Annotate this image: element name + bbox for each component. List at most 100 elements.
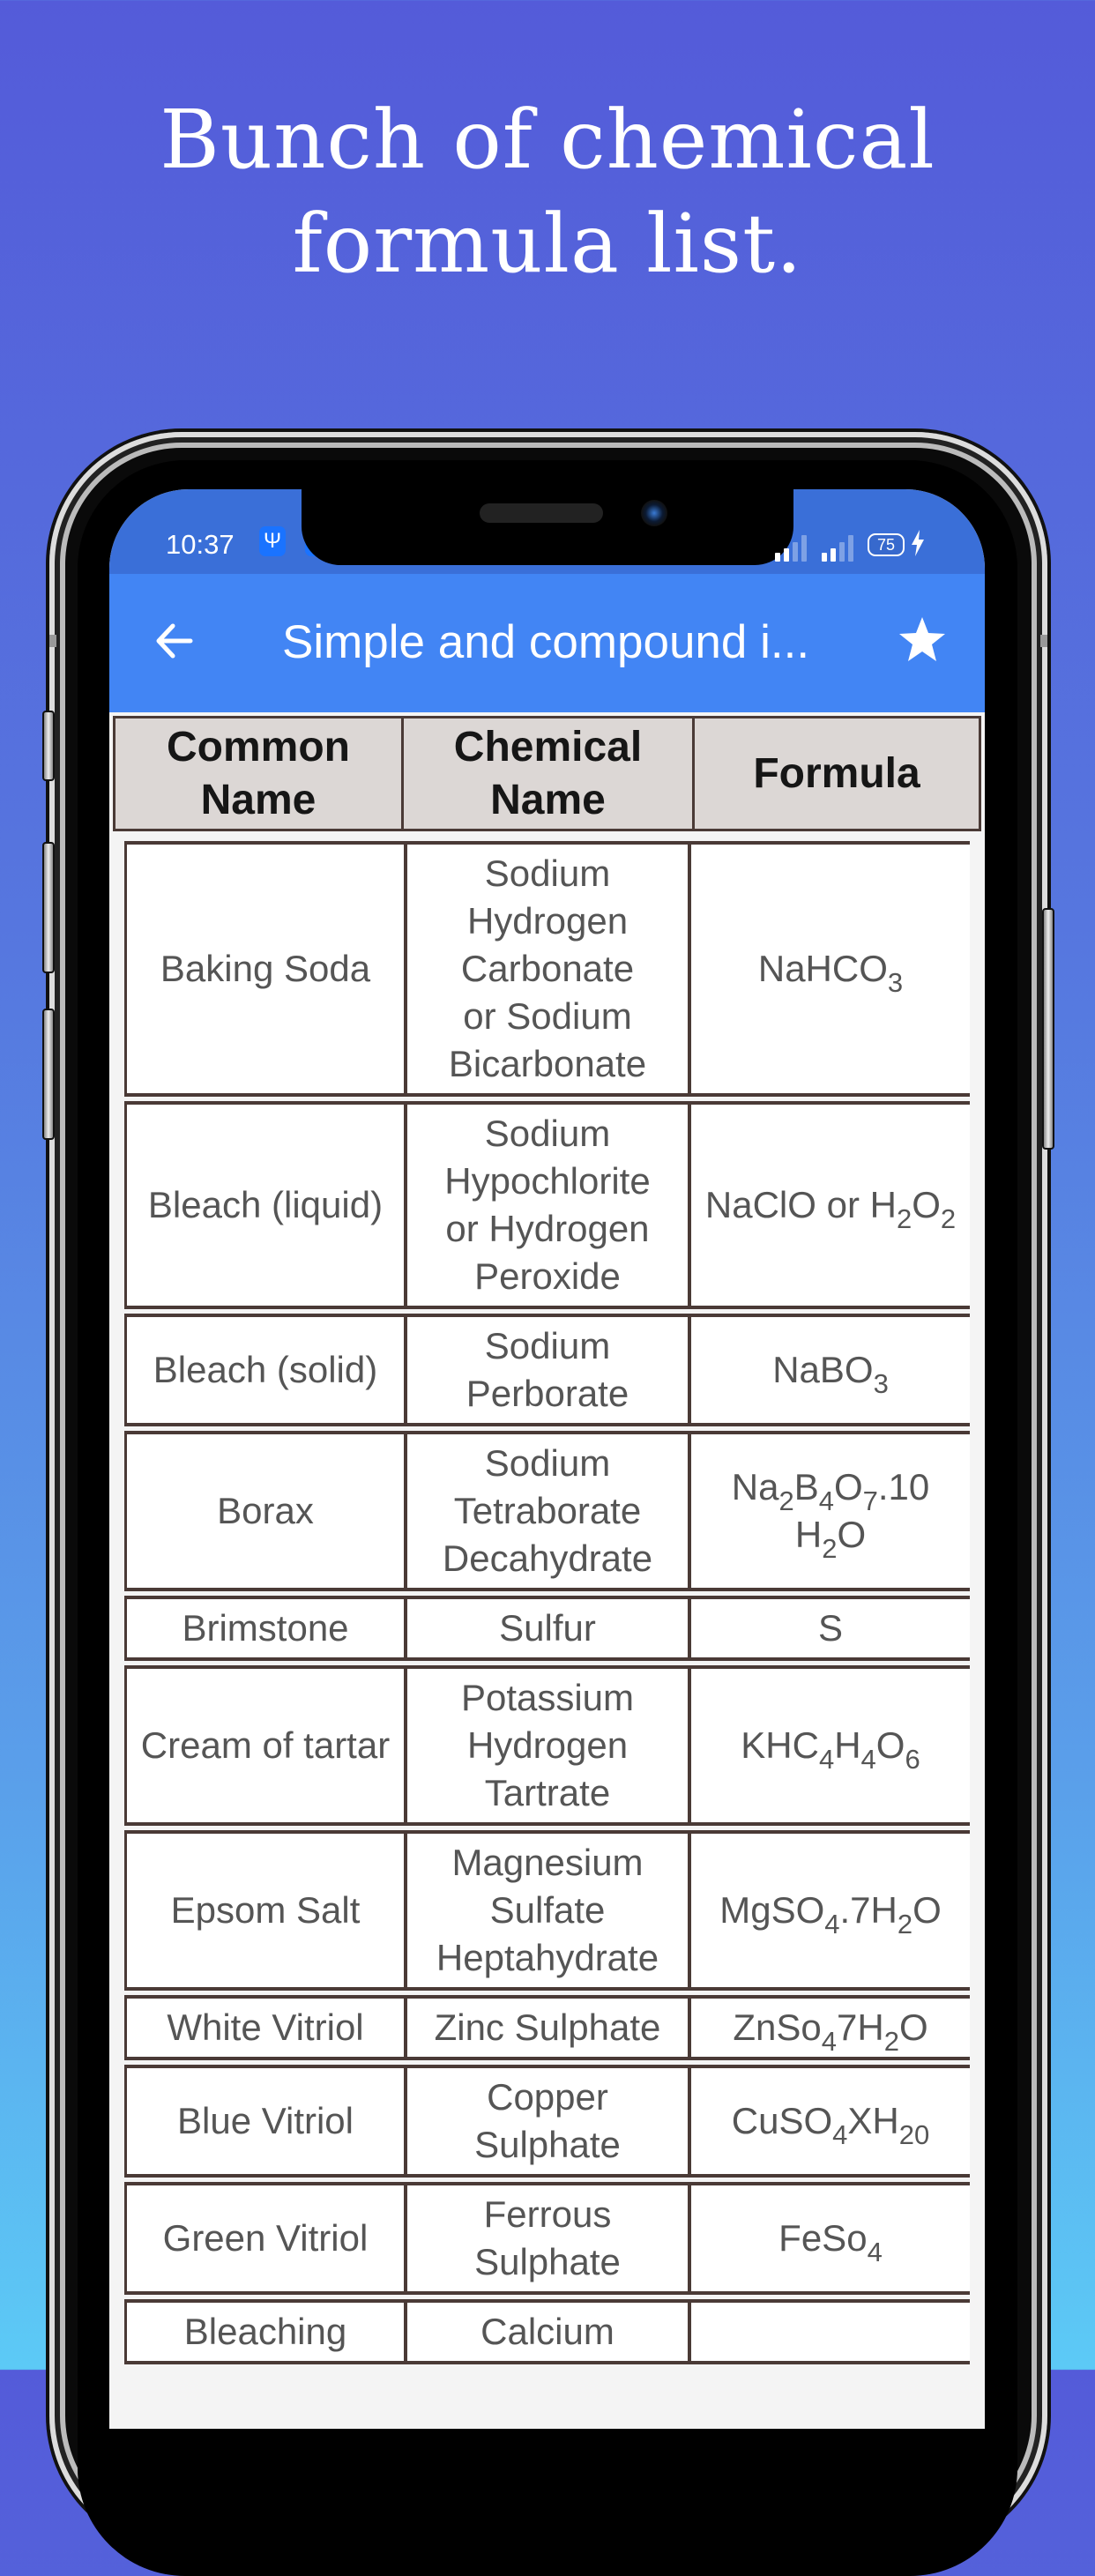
table-row: Green Vitriol Ferrous Sulphate FeSo4 <box>124 2182 970 2295</box>
formula-segment: XH <box>847 2100 899 2141</box>
formula-cell: FeSo4 <box>691 2185 970 2291</box>
promo-headline-line-2: formula list. <box>292 197 803 291</box>
table-row: Cream of tartar Potassium Hydrogen Tartra… <box>124 1665 970 1826</box>
front-camera <box>641 500 667 526</box>
formula-cell: CuSO4XH20 <box>691 2068 970 2174</box>
formula-cell: ZnSo47H2O <box>691 1999 970 2057</box>
favorite-star-icon[interactable] <box>896 614 949 666</box>
phone-antenna-band <box>49 635 56 647</box>
phone-mute-switch <box>42 711 55 781</box>
table-row: Bleach (solid) Sodium Perborate NaBO3 <box>124 1314 970 1426</box>
charging-bolt-icon <box>912 530 924 556</box>
formula-segment: O <box>912 1889 942 1931</box>
table-row: Blue Vitriol Copper Sulphate CuSO4XH20 <box>124 2065 970 2178</box>
formula-cell: MgSO4.7H2O <box>691 1834 970 1987</box>
formula-subscript: 2 <box>896 1203 912 1234</box>
formula-subscript: 4 <box>818 1485 834 1516</box>
formula-text: ZnSo47H2O <box>733 2004 928 2055</box>
common-name-cell: Bleach (solid) <box>127 1317 407 1423</box>
phone-screen: 10:37 Ψ 75 Simple and compound i... Comm… <box>109 489 985 2429</box>
formula-subscript: 2 <box>822 1533 838 1564</box>
table-row: Borax Sodium Tetraborate Decahydrate Na2B4… <box>124 1431 970 1591</box>
formula-text: S <box>818 1604 843 1652</box>
common-name-cell: White Vitriol <box>127 1999 407 2057</box>
signal-strength-icon <box>775 535 807 562</box>
app-bar: Simple and compound i... <box>109 574 985 712</box>
formula-segment: O <box>898 2006 928 2048</box>
formula-cell: NaClO or H2O2 <box>691 1105 970 1306</box>
chemical-name-cell: Copper Sulphate <box>407 2068 691 2174</box>
common-name-cell: Cream of tartar <box>127 1669 407 1822</box>
formula-segment: .7H <box>839 1889 898 1931</box>
formula-segment: KHC <box>741 1724 819 1766</box>
phone-volume-down-button <box>42 1009 55 1140</box>
formula-segment: FeSo <box>778 2217 868 2259</box>
table-row: Baking Soda Sodium Hydrogen Carbonate or … <box>124 841 970 1097</box>
table-row: Brimstone Sulfur S <box>124 1596 970 1661</box>
formula-segment: MgSO <box>719 1889 825 1931</box>
formula-subscript: 2 <box>940 1203 957 1234</box>
formula-segment: CuSO <box>731 2100 833 2141</box>
speaker-grille <box>480 503 603 523</box>
usb-icon: Ψ <box>259 526 286 556</box>
formula-segment: ZnSo <box>733 2006 822 2048</box>
formula-segment: O <box>833 1466 863 1508</box>
formula-segment: O <box>875 1724 905 1766</box>
formula-subscript: 4 <box>860 1744 876 1775</box>
formula-cell <box>691 2303 970 2361</box>
promo-headline-line-1: Bunch of chemical <box>160 93 935 187</box>
formula-subscript: 3 <box>873 1368 889 1399</box>
common-name-cell: Bleach (liquid) <box>127 1105 407 1306</box>
table-row: Bleach (liquid) Sodium Hypochlorite or Hy… <box>124 1101 970 1309</box>
common-name-cell: Baking Soda <box>127 845 407 1093</box>
formula-subscript: 4 <box>832 2119 848 2150</box>
formula-subscript: 7 <box>862 1485 878 1516</box>
formula-subscript: 4 <box>818 1744 835 1775</box>
formula-subscript: 4 <box>824 1909 840 1939</box>
table-body: Baking Soda Sodium Hydrogen Carbonate or … <box>124 841 970 2369</box>
chemical-name-cell: Zinc Sulphate <box>407 1999 691 2057</box>
formula-text: NaBO3 <box>772 1346 889 1397</box>
battery-level: 75 <box>876 536 896 554</box>
chemical-name-cell: Calcium <box>407 2303 691 2361</box>
formula-subscript: 2 <box>778 1485 794 1516</box>
formula-segment: B <box>793 1466 819 1508</box>
phone-antenna-band <box>1040 635 1047 647</box>
formula-text: NaHCO3 <box>758 945 903 996</box>
common-name-cell: Brimstone <box>127 1599 407 1657</box>
formula-table: Common Name Chemical Name Formula Baking… <box>109 712 985 2429</box>
formula-cell: S <box>691 1599 970 1657</box>
table-row: Bleaching Calcium <box>124 2299 970 2364</box>
formula-cell: NaHCO3 <box>691 845 970 1093</box>
common-name-cell: Borax <box>127 1434 407 1588</box>
back-arrow-icon[interactable] <box>148 614 201 667</box>
phone-volume-up-button <box>42 842 55 973</box>
formula-text: KHC4H4O6 <box>741 1722 920 1773</box>
common-name-cell: Bleaching <box>127 2303 407 2361</box>
formula-segment: O <box>912 1184 941 1225</box>
formula-text: CuSO4XH20 <box>731 2097 929 2148</box>
formula-cell: NaBO3 <box>691 1317 970 1423</box>
status-time: 10:37 <box>166 529 235 560</box>
chemical-name-cell: Sodium Tetraborate Decahydrate <box>407 1434 691 1588</box>
formula-subscript: 20 <box>898 2119 930 2150</box>
promo-headline: Bunch of chemical formula list. <box>0 88 1095 296</box>
formula-segment: NaBO <box>772 1349 874 1390</box>
chemical-name-cell: Magnesium Sulfate Heptahydrate <box>407 1834 691 1987</box>
signal-strength-icon <box>822 535 853 562</box>
table-row: Epsom Salt Magnesium Sulfate Heptahydrate… <box>124 1830 970 1991</box>
camera-notch <box>302 489 793 565</box>
chemical-name-cell: Sodium Hypochlorite or Hydrogen Peroxide <box>407 1105 691 1306</box>
formula-subscript: 4 <box>867 2237 883 2267</box>
formula-segment: 7H <box>837 2006 884 2048</box>
status-bar: 10:37 Ψ 75 <box>109 489 985 574</box>
table-row: White Vitriol Zinc Sulphate ZnSo47H2O <box>124 1995 970 2060</box>
formula-text: Na2B4O7.10 H2O <box>696 1463 965 1562</box>
table-header: Common Name Chemical Name Formula <box>113 716 981 831</box>
formula-text: FeSo4 <box>778 2215 883 2266</box>
formula-segment: Na <box>731 1466 779 1508</box>
formula-cell: KHC4H4O6 <box>691 1669 970 1822</box>
chemical-name-cell: Sodium Perborate <box>407 1317 691 1423</box>
formula-text: MgSO4.7H2O <box>719 1887 942 1938</box>
formula-segment: S <box>817 1607 843 1649</box>
